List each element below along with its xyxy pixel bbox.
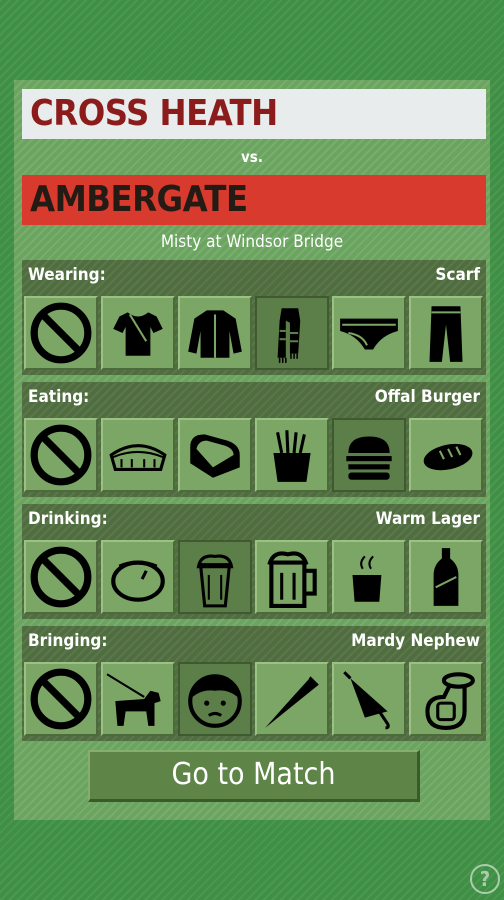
dog-on-lead-icon (106, 673, 161, 726)
option-hot-cup[interactable] (332, 540, 406, 614)
option-dog-on-lead[interactable] (101, 662, 175, 736)
option-none[interactable] (24, 418, 98, 492)
option-scarf[interactable] (255, 296, 329, 370)
category-drinking: Drinking: Warm Lager (22, 504, 486, 619)
venue-label: Misty at Windsor Bridge (160, 232, 344, 252)
option-pint-glass[interactable] (178, 540, 252, 614)
option-none[interactable] (24, 662, 98, 736)
briefs-icon (340, 318, 398, 350)
category-label: Wearing: (28, 265, 106, 285)
sandwich-icon (190, 434, 240, 478)
category-wearing: Wearing: Scarf (22, 260, 486, 375)
beer-mug-icon (267, 551, 317, 608)
none-icon (30, 302, 92, 364)
hotdog-icon (423, 443, 473, 471)
versus-label: vs. (241, 148, 263, 166)
category-label: Eating: (28, 387, 90, 407)
match-setup-panel: CROSS HEATH vs. AMBERGATE Misty at Winds… (14, 80, 490, 820)
option-bovril-pot[interactable] (101, 540, 175, 614)
category-selected-value: Offal Burger (374, 387, 480, 407)
bovril-pot-icon (111, 560, 165, 602)
none-icon (30, 424, 92, 486)
jacket-icon (188, 310, 242, 358)
option-hotdog[interactable] (409, 418, 483, 492)
category-selected-value: Mardy Nephew (351, 631, 480, 651)
help-button[interactable]: ? (470, 864, 500, 894)
tshirt-icon (113, 312, 163, 356)
home-team-banner: CROSS HEATH (22, 89, 486, 139)
vuvuzela-icon (265, 676, 319, 728)
option-tshirt[interactable] (101, 296, 175, 370)
child-face-icon (188, 674, 242, 728)
umbrella-icon (343, 671, 390, 730)
option-soda-bottle[interactable] (409, 540, 483, 614)
fries-icon (273, 430, 311, 482)
option-umbrella[interactable] (332, 662, 406, 736)
category-selected-value: Scarf (435, 265, 480, 285)
option-pie[interactable] (101, 418, 175, 492)
none-icon (30, 668, 92, 730)
category-selected-value: Warm Lager (375, 509, 480, 529)
option-none[interactable] (24, 296, 98, 370)
option-briefs[interactable] (332, 296, 406, 370)
hot-cup-icon (352, 555, 382, 602)
soda-bottle-icon (433, 548, 459, 606)
option-child-face[interactable] (178, 662, 252, 736)
category-eating: Eating: Offal Burger (22, 382, 486, 497)
option-vuvuzela[interactable] (255, 662, 329, 736)
option-burger[interactable] (332, 418, 406, 492)
trousers-icon (429, 306, 463, 362)
burger-icon (346, 436, 392, 480)
category-label: Drinking: (28, 509, 108, 529)
go-to-match-button[interactable]: Go to Match (88, 750, 420, 802)
away-team-banner: AMBERGATE (22, 175, 486, 225)
option-beer-mug[interactable] (255, 540, 329, 614)
option-sandwich[interactable] (178, 418, 252, 492)
option-fries[interactable] (255, 418, 329, 492)
none-icon (30, 546, 92, 608)
pie-icon (109, 444, 167, 471)
category-bringing: Bringing: Mardy Nephew (22, 626, 486, 741)
option-trousers[interactable] (409, 296, 483, 370)
category-label: Bringing: (28, 631, 108, 651)
option-tuba[interactable] (409, 662, 483, 736)
scarf-icon (277, 308, 301, 363)
option-none[interactable] (24, 540, 98, 614)
tuba-icon (425, 672, 475, 730)
pint-glass-icon (196, 554, 234, 608)
option-jacket[interactable] (178, 296, 252, 370)
